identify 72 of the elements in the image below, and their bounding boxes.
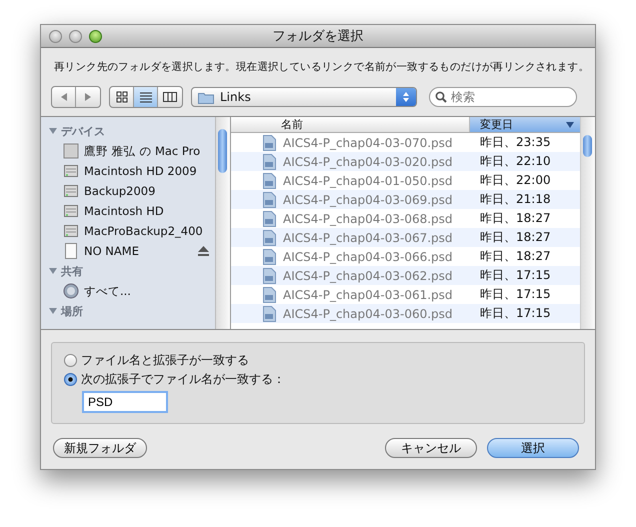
sidebar-item[interactable]: Backup2009	[41, 181, 215, 201]
location-popup[interactable]: Links	[191, 87, 417, 107]
modified-date: 昨日、22:10	[479, 153, 551, 170]
sidebar-item[interactable]: NO NAME	[41, 241, 215, 261]
list-icon	[140, 91, 152, 103]
file-name[interactable]: AICS4-P_chap04-01-050.psd	[283, 174, 470, 188]
new-folder-button[interactable]: 新規フォルダ	[53, 438, 147, 458]
file-name[interactable]: AICS4-P_chap04-03-067.psd	[283, 230, 470, 244]
hard-drive-icon	[63, 223, 79, 239]
forward-icon	[83, 92, 93, 102]
file-icon	[261, 248, 277, 264]
zoom-button[interactable]	[89, 30, 102, 42]
radio-option[interactable]: 次の拡張子でファイル名が一致する：	[64, 370, 572, 389]
globe-icon	[63, 283, 79, 299]
file-icon	[261, 230, 277, 246]
file-icon	[261, 268, 277, 284]
file-name[interactable]: AICS4-P_chap04-03-066.psd	[283, 250, 470, 264]
stepper-icon	[402, 91, 410, 103]
search-field[interactable]: 検索	[429, 87, 577, 107]
list-view-button[interactable]	[134, 87, 158, 107]
modified-date: 昨日、21:18	[479, 191, 551, 208]
sidebar-item[interactable]: すべて...	[41, 281, 215, 301]
sidebar-section-header[interactable]: 共有	[41, 261, 215, 281]
file-icon	[261, 172, 277, 188]
sidebar-item[interactable]: MacProBackup2_400	[41, 221, 215, 241]
sort-arrow-icon	[566, 122, 574, 128]
scrollbar[interactable]	[580, 117, 595, 329]
instruction-text: 再リンク先のフォルダを選択します。現在選択しているリンクで名前が一致するものだけが再リンクされます。	[53, 60, 590, 74]
file-icon	[261, 306, 277, 322]
column-header[interactable]: 変更日	[470, 117, 580, 132]
radio-option[interactable]: ファイル名と拡張子が一致する	[64, 351, 572, 370]
select-button[interactable]: 選択	[487, 438, 579, 458]
modified-date: 昨日、22:00	[479, 172, 551, 189]
file-icon	[261, 192, 277, 208]
file-icon	[261, 134, 277, 150]
computer-icon	[63, 143, 79, 159]
modified-date: 昨日、17:15	[479, 267, 551, 284]
folder-icon	[198, 90, 214, 104]
sidebar-section-header[interactable]: デバイス	[41, 121, 215, 141]
back-icon	[58, 92, 68, 102]
modified-date: 昨日、17:15	[479, 286, 551, 303]
sidebar-item[interactable]: Macintosh HD	[41, 201, 215, 221]
file-name[interactable]: AICS4-P_chap04-03-068.psd	[283, 212, 470, 226]
modified-date: 昨日、17:15	[479, 305, 551, 322]
close-button[interactable]	[49, 30, 62, 42]
sidebar-section-header[interactable]: 場所	[41, 301, 215, 321]
hard-drive-icon	[63, 163, 79, 179]
file-name[interactable]: AICS4-P_chap04-03-020.psd	[283, 154, 470, 168]
modified-date: 昨日、18:27	[479, 210, 551, 227]
modified-date: 昨日、23:35	[479, 134, 551, 151]
hard-drive-icon	[63, 203, 79, 219]
extension-field[interactable]: PSD	[82, 391, 168, 413]
modified-date: 昨日、18:27	[479, 248, 551, 265]
sidebar-item[interactable]: Macintosh HD 2009	[41, 161, 215, 181]
scrollbar[interactable]	[215, 117, 230, 329]
columns-icon	[163, 91, 177, 103]
file-icon	[261, 210, 277, 226]
file-name[interactable]: AICS4-P_chap04-03-069.psd	[283, 192, 470, 206]
hard-drive-icon	[63, 183, 79, 199]
window-title: フォルダを選択	[272, 28, 364, 45]
minimize-button[interactable]	[69, 30, 82, 42]
file-icon	[261, 154, 277, 170]
file-name[interactable]: AICS4-P_chap04-03-062.psd	[283, 268, 470, 282]
modified-date: 昨日、18:27	[479, 229, 551, 246]
file-icon	[261, 286, 277, 302]
file-name[interactable]: AICS4-P_chap04-03-060.psd	[283, 306, 470, 320]
grid-icon	[116, 91, 128, 103]
eject-icon[interactable]	[198, 246, 209, 256]
file-name[interactable]: AICS4-P_chap04-03-070.psd	[283, 136, 470, 150]
file-name[interactable]: AICS4-P_chap04-03-061.psd	[283, 288, 470, 302]
cancel-button[interactable]: キャンセル	[385, 438, 477, 458]
sidebar-item[interactable]: 鷹野 雅弘 の Mac Pro	[41, 141, 215, 161]
